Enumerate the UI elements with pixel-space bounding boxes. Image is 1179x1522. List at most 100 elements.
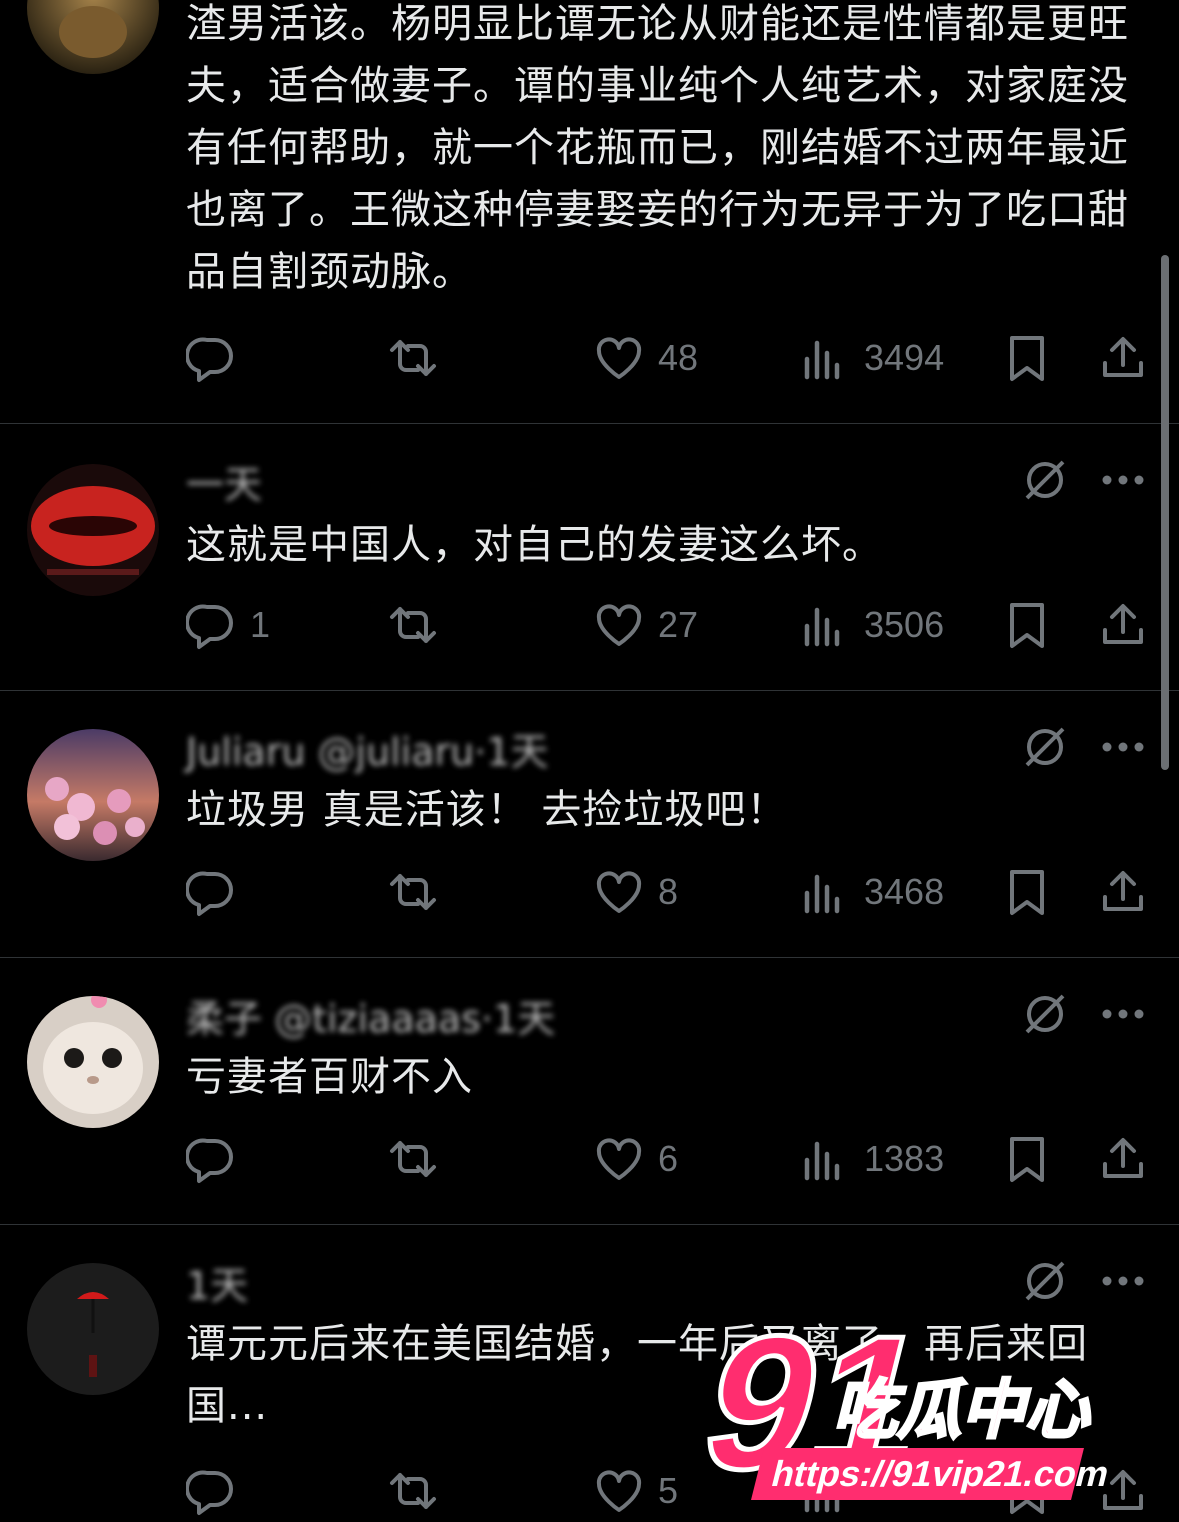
- like-button[interactable]: 6: [594, 1129, 678, 1189]
- analytics-icon: [800, 1134, 850, 1184]
- bookmark-button[interactable]: [1002, 1129, 1052, 1189]
- views-button[interactable]: 3506: [800, 595, 944, 655]
- likes-count: 6: [658, 1138, 679, 1179]
- bookmark-button[interactable]: [1002, 862, 1052, 922]
- post-header[interactable]: Juliaru @juliaru·1天: [186, 721, 549, 776]
- views-button[interactable]: [800, 1461, 850, 1521]
- likes-count: 8: [658, 871, 679, 912]
- post-actions: 8 3468: [0, 862, 1179, 922]
- bookmark-icon: [1002, 600, 1052, 650]
- post-header[interactable]: 1天: [186, 1255, 248, 1310]
- reply-button[interactable]: [186, 1461, 236, 1521]
- umbrella-avatar-image: [27, 1263, 159, 1395]
- like-button[interactable]: 8: [594, 862, 678, 922]
- repost-icon: [388, 333, 438, 383]
- repost-button[interactable]: [388, 1461, 438, 1521]
- more-options-icon[interactable]: [1101, 741, 1145, 753]
- grok-icon[interactable]: [1021, 456, 1069, 504]
- post-text: 这就是中国人，对自己的发妻这么坏。: [186, 522, 883, 568]
- bookmark-button[interactable]: [1002, 595, 1052, 655]
- repost-button[interactable]: [388, 862, 438, 922]
- repost-icon: [388, 867, 438, 917]
- grok-icon[interactable]: [1021, 990, 1069, 1038]
- bookmark-icon: [1002, 333, 1052, 383]
- scrollbar[interactable]: [1161, 255, 1169, 770]
- share-icon: [1098, 333, 1148, 383]
- post-actions: 6 1383: [0, 1129, 1179, 1189]
- heart-icon: [594, 1134, 644, 1184]
- share-button[interactable]: [1098, 862, 1148, 922]
- divider: [0, 690, 1179, 691]
- share-button[interactable]: [1098, 328, 1148, 388]
- reply-icon: [186, 333, 236, 383]
- bookmark-icon: [1002, 1466, 1052, 1516]
- reply-button[interactable]: [186, 862, 236, 922]
- like-button[interactable]: 27: [594, 595, 698, 655]
- like-button[interactable]: 5: [594, 1461, 678, 1521]
- cat-avatar-image: [27, 996, 159, 1128]
- repost-button[interactable]: [388, 595, 438, 655]
- heart-icon: [594, 1466, 644, 1516]
- views-count: 3506: [864, 604, 945, 645]
- post-header[interactable]: 柔子 @tiziaaaas·1天: [186, 988, 555, 1043]
- user-avatar[interactable]: [27, 996, 159, 1128]
- reply-button[interactable]: [186, 328, 236, 388]
- repost-button[interactable]: [388, 328, 438, 388]
- share-icon: [1098, 600, 1148, 650]
- share-button[interactable]: [1098, 1129, 1148, 1189]
- reply-icon: [186, 600, 236, 650]
- post-header[interactable]: 一天: [186, 454, 262, 509]
- divider: [0, 423, 1179, 424]
- heart-icon: [594, 867, 644, 917]
- views-count: 3468: [864, 871, 945, 912]
- share-icon: [1098, 1466, 1148, 1516]
- reply-icon: [186, 1134, 236, 1184]
- heart-icon: [594, 600, 644, 650]
- user-avatar[interactable]: [27, 0, 159, 74]
- views-button[interactable]: 1383: [800, 1129, 944, 1189]
- bookmark-button[interactable]: [1002, 328, 1052, 388]
- share-icon: [1098, 867, 1148, 917]
- user-avatar[interactable]: [27, 729, 159, 861]
- lips-avatar-image: [27, 464, 159, 596]
- views-count: 1383: [864, 1138, 945, 1179]
- replies-count: 1: [250, 604, 271, 645]
- post-text: 渣男活该。杨明显比谭无论从财能还是性情都是更旺夫，适合做妻子。谭的事业纯个人纯艺…: [186, 1, 1129, 295]
- analytics-icon: [800, 333, 850, 383]
- repost-icon: [388, 600, 438, 650]
- heart-icon: [594, 333, 644, 383]
- lion-avatar-image: [27, 0, 159, 74]
- user-avatar[interactable]: [27, 464, 159, 596]
- reply-icon: [186, 867, 236, 917]
- repost-button[interactable]: [388, 1129, 438, 1189]
- views-count: 3494: [864, 337, 945, 378]
- bookmark-icon: [1002, 1134, 1052, 1184]
- post-actions: 1 27 3506: [0, 595, 1179, 655]
- bookmark-icon: [1002, 867, 1052, 917]
- grok-icon[interactable]: [1021, 1257, 1069, 1305]
- user-avatar[interactable]: [27, 1263, 159, 1395]
- share-icon: [1098, 1134, 1148, 1184]
- repost-icon: [388, 1466, 438, 1516]
- like-button[interactable]: 48: [594, 328, 698, 388]
- bookmark-button[interactable]: [1002, 1461, 1052, 1521]
- likes-count: 5: [658, 1470, 679, 1511]
- post-text: 谭元元后来在美国结婚，一年后又离了，再后来回国...: [186, 1321, 1088, 1429]
- views-button[interactable]: 3494: [800, 328, 944, 388]
- analytics-icon: [800, 600, 850, 650]
- share-button[interactable]: [1098, 1461, 1148, 1521]
- grok-icon[interactable]: [1021, 723, 1069, 771]
- views-button[interactable]: 3468: [800, 862, 944, 922]
- repost-icon: [388, 1134, 438, 1184]
- likes-count: 48: [658, 337, 699, 378]
- more-options-icon[interactable]: [1101, 474, 1145, 486]
- post-text: 亏妻者百财不入: [186, 1054, 473, 1100]
- reply-button[interactable]: [186, 1129, 236, 1189]
- more-options-icon[interactable]: [1101, 1008, 1145, 1020]
- more-options-icon[interactable]: [1101, 1275, 1145, 1287]
- reply-icon: [186, 1466, 236, 1516]
- share-button[interactable]: [1098, 595, 1148, 655]
- post-actions: 48 3494: [0, 328, 1179, 388]
- reply-button[interactable]: 1: [186, 595, 270, 655]
- analytics-icon: [800, 1466, 850, 1516]
